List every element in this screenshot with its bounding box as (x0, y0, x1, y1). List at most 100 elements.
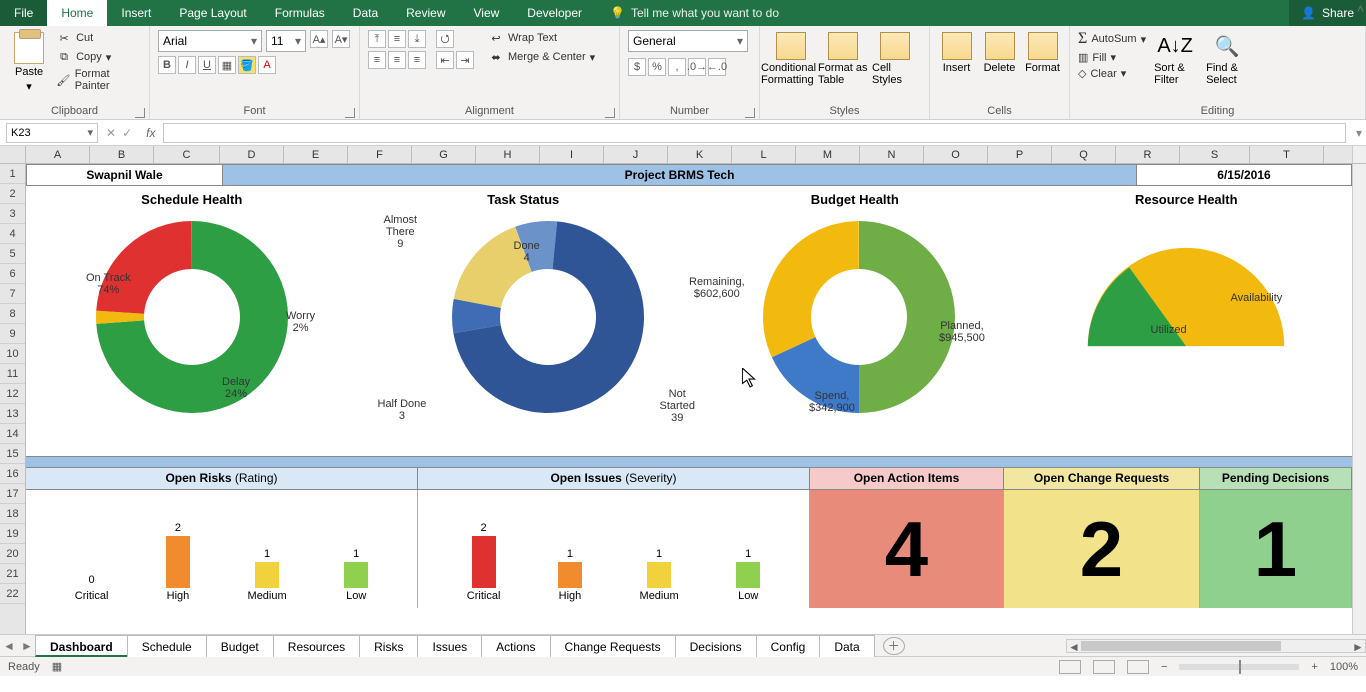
scrollbar-thumb[interactable] (1081, 641, 1281, 651)
wrap-text-button[interactable]: ↩Wrap Text (488, 30, 595, 46)
column-header[interactable]: L (732, 146, 796, 163)
font-size-select[interactable]: 11▾ (266, 30, 306, 52)
row-header[interactable]: 13 (0, 404, 25, 424)
column-header[interactable]: M (796, 146, 860, 163)
sheet-tab-change-requests[interactable]: Change Requests (550, 635, 676, 657)
tell-me[interactable]: 💡 Tell me what you want to do (596, 0, 793, 26)
sheet-tab-resources[interactable]: Resources (273, 635, 360, 657)
increase-indent-icon[interactable]: ⇥ (456, 51, 474, 69)
border-button[interactable]: ▦ (218, 56, 236, 74)
font-name-select[interactable]: Arial▾ (158, 30, 262, 52)
column-header[interactable]: T (1250, 146, 1324, 163)
conditional-formatting-button[interactable]: Conditional Formatting (768, 30, 814, 86)
cancel-formula-icon[interactable]: ✕ (106, 126, 116, 140)
column-header[interactable]: B (90, 146, 154, 163)
new-sheet-button[interactable]: ＋ (883, 637, 905, 655)
row-header[interactable]: 7 (0, 284, 25, 304)
ribbon-tab-data[interactable]: Data (339, 0, 392, 26)
row-header[interactable]: 5 (0, 244, 25, 264)
column-header[interactable]: D (220, 146, 284, 163)
row-header[interactable]: 20 (0, 544, 25, 564)
italic-button[interactable]: I (178, 56, 196, 74)
column-header[interactable]: K (668, 146, 732, 163)
row-header[interactable]: 4 (0, 224, 25, 244)
column-header[interactable]: G (412, 146, 476, 163)
ribbon-tab-formulas[interactable]: Formulas (261, 0, 339, 26)
format-as-table-button[interactable]: Format as Table (820, 30, 866, 86)
sheet-tab-data[interactable]: Data (819, 635, 874, 657)
align-right-icon[interactable]: ≡ (408, 51, 426, 69)
sheet-tab-issues[interactable]: Issues (417, 635, 482, 657)
row-header[interactable]: 3 (0, 204, 25, 224)
sheet-tab-decisions[interactable]: Decisions (675, 635, 757, 657)
sheet-tab-config[interactable]: Config (756, 635, 821, 657)
ribbon-tab-developer[interactable]: Developer (513, 0, 596, 26)
insert-cells-button[interactable]: Insert (938, 30, 975, 74)
copy-button[interactable]: ⧉Copy ▾ (56, 49, 141, 65)
column-header[interactable]: R (1116, 146, 1180, 163)
enter-formula-icon[interactable]: ✓ (122, 126, 132, 140)
row-header[interactable]: 10 (0, 344, 25, 364)
merge-center-button[interactable]: ⬌Merge & Center ▾ (488, 49, 595, 65)
sheet-tab-dashboard[interactable]: Dashboard (35, 635, 128, 657)
formula-bar-input[interactable] (163, 123, 1346, 143)
align-top-icon[interactable]: ⤒ (368, 30, 386, 48)
column-header[interactable]: H (476, 146, 540, 163)
tab-nav-next-icon[interactable]: ► (18, 639, 36, 653)
increase-font-icon[interactable]: A▴ (310, 30, 328, 48)
font-color-button[interactable]: A (258, 56, 276, 74)
ribbon-tab-view[interactable]: View (460, 0, 514, 26)
vertical-scrollbar[interactable] (1352, 164, 1366, 634)
view-normal-icon[interactable] (1059, 660, 1081, 674)
zoom-in-icon[interactable]: + (1311, 661, 1317, 673)
ribbon-tab-page-layout[interactable]: Page Layout (165, 0, 260, 26)
clear-button[interactable]: ◇Clear ▾ (1078, 67, 1146, 80)
column-header[interactable]: A (26, 146, 90, 163)
zoom-level[interactable]: 100% (1330, 661, 1358, 673)
decrease-decimal-icon[interactable]: ←.0 (708, 58, 726, 76)
scroll-left-icon[interactable]: ◄ (1067, 640, 1081, 652)
row-header[interactable]: 15 (0, 444, 25, 464)
cell-styles-button[interactable]: Cell Styles (872, 30, 918, 86)
row-header[interactable]: 8 (0, 304, 25, 324)
horizontal-scrollbar[interactable]: ◄ ► (1066, 639, 1366, 653)
ribbon-tab-insert[interactable]: Insert (107, 0, 165, 26)
ribbon-tab-review[interactable]: Review (392, 0, 459, 26)
column-header[interactable]: S (1180, 146, 1250, 163)
sheet-tab-schedule[interactable]: Schedule (127, 635, 207, 657)
align-middle-icon[interactable]: ≡ (388, 30, 406, 48)
collapse-ribbon-icon[interactable]: ˄ (1357, 2, 1364, 16)
underline-button[interactable]: U (198, 56, 216, 74)
sheet-tab-budget[interactable]: Budget (206, 635, 274, 657)
name-box[interactable]: K23▾ (6, 123, 98, 143)
decrease-indent-icon[interactable]: ⇤ (436, 51, 454, 69)
column-header[interactable]: P (988, 146, 1052, 163)
file-tab[interactable]: File (0, 0, 47, 26)
column-header[interactable]: F (348, 146, 412, 163)
row-header[interactable]: 22 (0, 584, 25, 604)
dialog-launcher-icon[interactable] (605, 108, 615, 118)
number-format-select[interactable]: General▾ (628, 30, 748, 52)
tab-nav-prev-icon[interactable]: ◄ (0, 639, 18, 653)
dialog-launcher-icon[interactable] (745, 108, 755, 118)
currency-icon[interactable]: $ (628, 58, 646, 76)
percent-icon[interactable]: % (648, 58, 666, 76)
column-header[interactable]: Q (1052, 146, 1116, 163)
delete-cells-button[interactable]: Delete (981, 30, 1018, 74)
row-header[interactable]: 2 (0, 184, 25, 204)
column-header[interactable]: O (924, 146, 988, 163)
worksheet-area[interactable]: Swapnil Wale Project BRMS Tech 6/15/2016… (26, 164, 1352, 634)
fill-color-button[interactable]: 🪣 (238, 56, 256, 74)
increase-decimal-icon[interactable]: .0→ (688, 58, 706, 76)
row-header[interactable]: 1 (0, 164, 25, 184)
row-header[interactable]: 9 (0, 324, 25, 344)
paste-button[interactable]: Paste ▾ (8, 30, 50, 93)
orientation-icon[interactable]: ⭯ (436, 30, 454, 48)
row-header[interactable]: 12 (0, 384, 25, 404)
find-select-button[interactable]: 🔍Find & Select (1204, 30, 1250, 86)
ribbon-tab-home[interactable]: Home (47, 0, 107, 26)
format-painter-button[interactable]: 🖌Format Painter (56, 68, 141, 92)
column-header[interactable]: J (604, 146, 668, 163)
format-cells-button[interactable]: Format (1024, 30, 1061, 74)
sheet-tab-risks[interactable]: Risks (359, 635, 418, 657)
